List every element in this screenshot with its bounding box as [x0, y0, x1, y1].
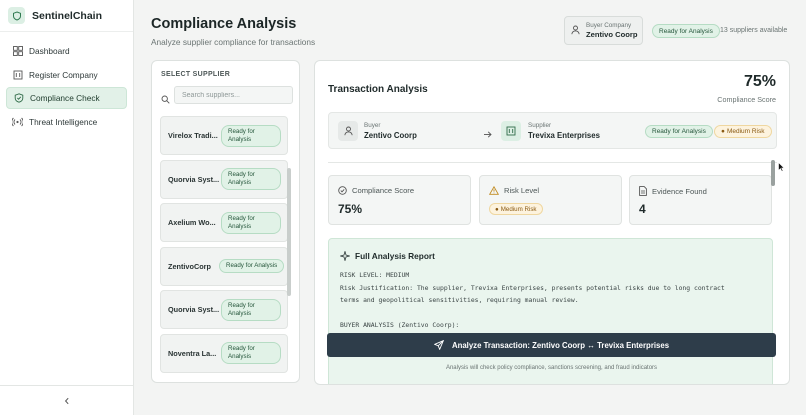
buyer-company-name: Zentivo Coorp — [586, 30, 638, 39]
collapse-sidebar-button[interactable] — [0, 385, 133, 415]
metric-compliance-score: Compliance Score 75% — [328, 175, 471, 225]
compliance-score-label: Compliance Score — [717, 95, 776, 104]
send-icon — [433, 340, 444, 350]
buyer-name: Zentivo Coorp — [364, 131, 417, 140]
transaction-parties: Buyer Zentivo Coorp Supplier Trevixa Ent… — [328, 112, 777, 149]
buyer-company-label: Buyer Company — [586, 22, 632, 29]
report-title: Full Analysis Report — [355, 251, 435, 261]
sidebar-item-compliance-check[interactable]: Compliance Check — [6, 87, 127, 109]
analysis-report: Full Analysis Report RISK LEVEL: MEDIUM … — [328, 238, 773, 384]
report-body: RISK LEVEL: MEDIUM Risk Justification: T… — [340, 269, 764, 332]
supplier-name: Virelox Tradi... — [168, 131, 218, 140]
page-subtitle: Analyze supplier compliance for transact… — [151, 37, 316, 47]
list-item[interactable]: Noventra La... Ready for Analysis — [160, 333, 288, 373]
report-line: RISK LEVEL: MEDIUM — [340, 271, 410, 279]
sidebar-item-label: Register Company — [29, 69, 98, 80]
buyer-company-card: Buyer Company Zentivo Coorp — [564, 16, 643, 45]
search-input[interactable] — [174, 86, 293, 104]
risk-badge: ● Medium Risk — [714, 125, 772, 138]
metric-value: 4 — [639, 202, 646, 216]
sparkle-icon — [340, 251, 350, 261]
status-badge: Ready for Analysis — [645, 125, 713, 138]
metric-label: Compliance Score — [352, 186, 415, 195]
sidebar-item-label: Compliance Check — [30, 93, 100, 103]
metric-evidence-found: Evidence Found 4 — [629, 175, 772, 225]
mouse-cursor-icon — [778, 159, 786, 177]
supplier-panel-title: SELECT SUPPLIER — [161, 71, 231, 78]
metric-risk-level: Risk Level ● Medium Risk — [479, 175, 622, 225]
page-title: Compliance Analysis — [151, 16, 297, 32]
report-line: Risk Justification: The supplier, Trevix… — [340, 283, 725, 292]
supplier-name: Axelium Wo... — [168, 218, 216, 227]
divider — [328, 162, 777, 163]
warning-icon — [489, 186, 499, 195]
supplier-list-scrollbar[interactable] — [287, 168, 291, 296]
risk-badge: ● Medium Risk — [489, 203, 543, 215]
page-header: Compliance Analysis Analyze supplier com… — [151, 16, 315, 47]
report-line — [340, 307, 764, 320]
shield-icon — [13, 93, 24, 104]
brand: SentinelChain — [0, 0, 133, 32]
risk-badge-label: Medium Risk — [500, 205, 537, 213]
report-line: terms and geopolitical sensitivities, re… — [340, 296, 579, 304]
status-badge: Ready for Analysis — [221, 124, 281, 147]
risk-badge-label: Medium Risk — [726, 128, 765, 135]
analyze-button-label: Analyze Transaction: Zentivo Coorp ↔ Tre… — [451, 340, 670, 350]
sidebar-item-dashboard[interactable]: Dashboard — [6, 40, 127, 62]
status-badge: Ready for Analysis — [221, 211, 281, 234]
sidebar-item-label: Dashboard — [29, 46, 70, 56]
building-icon — [501, 121, 521, 141]
metric-label: Evidence Found — [652, 186, 707, 196]
compliance-score-value: 75% — [743, 73, 776, 90]
status-badge: Ready for Analysis — [221, 342, 281, 364]
supplier-search — [161, 86, 293, 104]
app-name: SentinelChain — [32, 9, 103, 22]
document-icon — [639, 186, 647, 196]
metric-value: 75% — [338, 202, 363, 216]
supplier-name: Quorvia Syst... — [168, 174, 220, 184]
analysis-footnote: Analysis will check policy compliance, s… — [445, 365, 658, 371]
supplier-list: Virelox Tradi... Ready for Analysis Quor… — [160, 116, 288, 377]
user-icon — [338, 121, 358, 141]
transaction-analysis-title: Transaction Analysis — [328, 84, 428, 95]
search-icon — [161, 91, 170, 104]
status-badge: Ready for Analysis — [221, 298, 281, 321]
sidebar-item-threat-intelligence[interactable]: Threat Intelligence — [6, 111, 127, 133]
dashboard-icon — [12, 46, 23, 57]
analyze-transaction-button[interactable]: Analyze Transaction: Zentivo Coorp ↔ Tre… — [327, 333, 776, 357]
supplier-name: ZentivoCorp — [168, 261, 211, 271]
supplier-name: Noventra La... — [168, 348, 217, 358]
check-circle-icon — [338, 186, 347, 195]
supplier-panel: SELECT SUPPLIER Virelox Tradi... Ready f… — [151, 60, 300, 383]
main-panel-scrollbar[interactable] — [771, 160, 775, 186]
status-badge: Ready for Analysis — [219, 259, 285, 273]
radar-icon — [12, 116, 23, 127]
sidebar: SentinelChain Dashboard Register Company… — [0, 0, 134, 415]
shield-logo-icon — [8, 7, 25, 24]
user-icon — [571, 22, 580, 40]
status-badge: Ready for Analysis — [652, 24, 720, 38]
status-badge: Ready for Analysis — [221, 168, 281, 190]
metric-label: Risk Level — [504, 186, 540, 195]
supplier-label: Supplier — [528, 122, 552, 129]
buyer-label: Buyer — [364, 122, 381, 129]
building-icon — [12, 69, 23, 80]
supplier-name: Quorvia Syst... — [168, 305, 220, 314]
suppliers-count: 13 suppliers available — [720, 27, 788, 34]
chevron-left-icon — [63, 392, 71, 410]
arrow-right-icon — [483, 126, 492, 144]
list-item[interactable]: Quorvia Syst... Ready for Analysis — [160, 290, 288, 329]
list-item[interactable]: Quorvia Syst... Ready for Analysis — [160, 159, 288, 199]
report-line: BUYER ANALYSIS (Zentivo Coorp): — [340, 321, 460, 329]
sidebar-item-label: Threat Intelligence — [29, 116, 98, 127]
list-item[interactable]: Axelium Wo... Ready for Analysis — [160, 203, 288, 242]
sidebar-nav: Dashboard Register Company Compliance Ch… — [0, 32, 133, 142]
list-item[interactable]: ZentivoCorp Ready for Analysis — [160, 246, 288, 286]
sidebar-item-register-company[interactable]: Register Company — [6, 64, 127, 86]
supplier-name: Trevixa Enterprises — [528, 131, 600, 140]
list-item[interactable]: Virelox Tradi... Ready for Analysis — [160, 116, 288, 155]
